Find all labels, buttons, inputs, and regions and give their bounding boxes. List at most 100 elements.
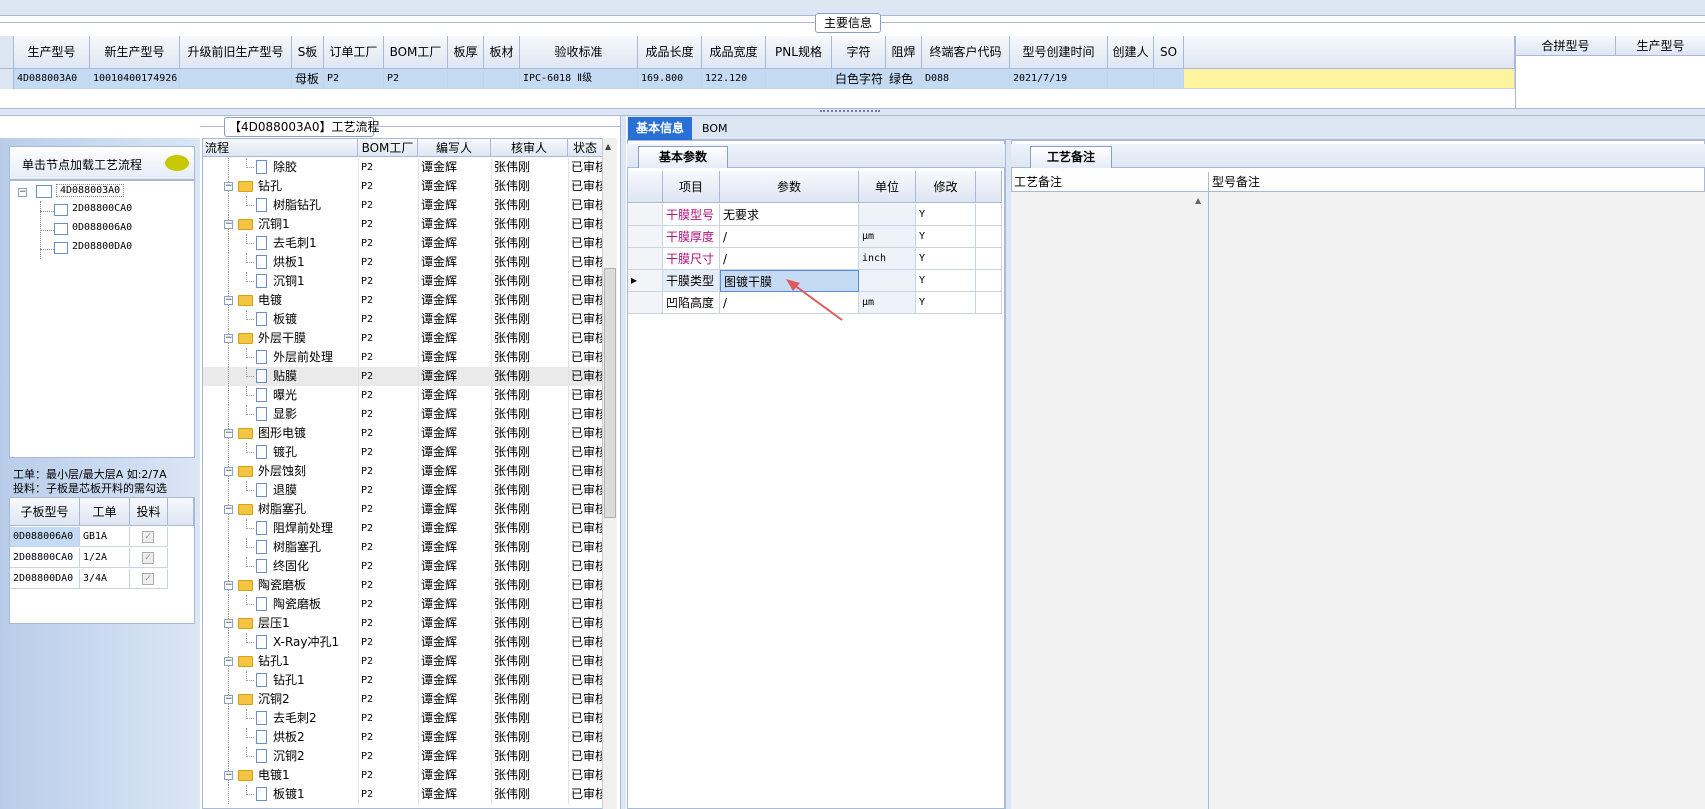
column-header[interactable]: 生产型号 [14, 36, 90, 69]
tree-expand-icon[interactable]: − [224, 429, 233, 438]
tree-child-node[interactable]: 2D08800CA0 [72, 203, 132, 214]
process-row[interactable]: − 电镀1 P2 谭金辉 张伟刚 已审核 [203, 766, 616, 785]
param-modify[interactable]: Y [916, 248, 976, 270]
feed-checkbox[interactable]: ✓ [142, 531, 154, 543]
column-header[interactable]: PNL规格 [766, 36, 832, 69]
process-row[interactable]: − 沉铜2 P2 谭金辉 张伟刚 已审核 [203, 690, 616, 709]
sub-feed-cell[interactable]: ✓ [130, 527, 168, 547]
tree-child-node[interactable]: 2D08800DA0 [72, 241, 132, 252]
sub-order-cell[interactable]: 3/4A [80, 569, 130, 589]
process-col-header[interactable]: 状态 [568, 139, 603, 157]
param-unit[interactable] [859, 270, 916, 292]
column-header[interactable]: 成品长度 [638, 36, 702, 69]
process-row[interactable]: − 图形电镀 P2 谭金辉 张伟刚 已审核 [203, 424, 616, 443]
process-row[interactable]: − 外层蚀刻 P2 谭金辉 张伟刚 已审核 [203, 462, 616, 481]
tree-expand-icon[interactable]: − [224, 467, 233, 476]
merge-col-header[interactable]: 合拼型号 [1516, 36, 1616, 56]
process-row[interactable]: 沉铜2 P2 谭金辉 张伟刚 已审核 [203, 747, 616, 766]
process-row[interactable]: 除胶 P2 谭金辉 张伟刚 已审核 [203, 158, 616, 177]
process-row[interactable]: − 电镀 P2 谭金辉 张伟刚 已审核 [203, 291, 616, 310]
tab-basic-info[interactable]: 基本信息 [628, 117, 693, 140]
params-col-header[interactable]: 项目 [663, 171, 720, 203]
tree-expand-icon[interactable]: − [224, 619, 233, 628]
column-header[interactable]: 订单工厂 [324, 36, 384, 69]
feed-checkbox[interactable]: ✓ [142, 552, 154, 564]
process-row[interactable]: 退膜 P2 谭金辉 张伟刚 已审核 [203, 481, 616, 500]
tree-root-node[interactable]: 4D088003A0 [56, 184, 125, 197]
tree-expand-icon[interactable]: − [224, 695, 233, 704]
sub-order-cell[interactable]: 1/2A [80, 548, 130, 568]
param-value[interactable]: 无要求 [720, 204, 859, 226]
sub-col-header[interactable]: 工单 [80, 498, 130, 526]
tree-expand-icon[interactable]: − [224, 505, 233, 514]
process-row[interactable]: X-Ray冲孔1 P2 谭金辉 张伟刚 已审核 [203, 633, 616, 652]
model-remark-textarea[interactable] [1209, 192, 1705, 809]
process-row[interactable]: − 外层干膜 P2 谭金辉 张伟刚 已审核 [203, 329, 616, 348]
process-scrollbar[interactable]: ▲ [602, 138, 617, 809]
process-row[interactable]: 外层前处理 P2 谭金辉 张伟刚 已审核 [203, 348, 616, 367]
column-header[interactable]: 阻焊 [886, 36, 922, 69]
column-header[interactable]: 字符 [832, 36, 886, 69]
process-row[interactable]: 显影 P2 谭金辉 张伟刚 已审核 [203, 405, 616, 424]
process-row[interactable]: − 层压1 P2 谭金辉 张伟刚 已审核 [203, 614, 616, 633]
process-row[interactable]: − 树脂塞孔 P2 谭金辉 张伟刚 已审核 [203, 500, 616, 519]
process-remark-textarea[interactable] [1011, 192, 1209, 809]
sub-model-cell[interactable]: 0D088006A0 [10, 527, 80, 547]
param-value[interactable]: / [720, 248, 859, 270]
feed-checkbox[interactable]: ✓ [142, 573, 154, 585]
process-col-header[interactable]: 编写人 [418, 139, 491, 157]
process-row[interactable]: − 钻孔 P2 谭金辉 张伟刚 已审核 [203, 177, 616, 196]
column-header[interactable]: BOM工厂 [384, 36, 448, 69]
column-header[interactable]: 创建人 [1108, 36, 1154, 69]
process-row[interactable]: 板镀1 P2 谭金辉 张伟刚 已审核 [203, 785, 616, 804]
sub-feed-cell[interactable]: ✓ [130, 548, 168, 568]
merge-col-model[interactable]: 生产型号 [1616, 36, 1705, 56]
param-unit[interactable]: μm [859, 292, 916, 314]
process-row[interactable]: 阻焊前处理 P2 谭金辉 张伟刚 已审核 [203, 519, 616, 538]
process-row[interactable]: 烘板2 P2 谭金辉 张伟刚 已审核 [203, 728, 616, 747]
tree-expand-icon[interactable]: − [224, 771, 233, 780]
process-row[interactable]: − 陶瓷磨板 P2 谭金辉 张伟刚 已审核 [203, 576, 616, 595]
column-header[interactable]: S板 [292, 36, 324, 69]
param-modify[interactable]: Y [916, 226, 976, 248]
column-header[interactable]: 终端客户代码 [922, 36, 1010, 69]
sub-order-cell[interactable]: GB1A [80, 527, 130, 547]
tab-bom[interactable]: BOM [694, 118, 736, 140]
process-row[interactable]: 钻孔1 P2 谭金辉 张伟刚 已审核 [203, 671, 616, 690]
process-row[interactable]: 树脂钻孔 P2 谭金辉 张伟刚 已审核 [203, 196, 616, 215]
sub-model-cell[interactable]: 2D08800CA0 [10, 548, 80, 568]
tree-collapse-icon[interactable]: − [18, 188, 27, 197]
column-header[interactable]: 新生产型号 [90, 36, 180, 69]
column-header[interactable]: 升级前旧生产型号 [180, 36, 292, 69]
tree-expand-icon[interactable]: − [224, 296, 233, 305]
tab-basic-params[interactable]: 基本参数 [638, 146, 728, 168]
sub-feed-cell[interactable]: ✓ [130, 569, 168, 589]
tree-expand-icon[interactable]: − [224, 581, 233, 590]
scroll-up-icon[interactable]: ▲ [605, 142, 611, 151]
process-col-header[interactable]: BOM工厂 [358, 139, 418, 157]
process-row[interactable]: 去毛刺2 P2 谭金辉 张伟刚 已审核 [203, 709, 616, 728]
process-row[interactable]: − 钻孔1 P2 谭金辉 张伟刚 已审核 [203, 652, 616, 671]
column-header[interactable]: 板材 [484, 36, 520, 69]
process-row[interactable]: 镀孔 P2 谭金辉 张伟刚 已审核 [203, 443, 616, 462]
process-row[interactable]: 树脂塞孔 P2 谭金辉 张伟刚 已审核 [203, 538, 616, 557]
tree-expand-icon[interactable]: − [224, 182, 233, 191]
process-row[interactable]: 终固化 P2 谭金辉 张伟刚 已审核 [203, 557, 616, 576]
horizontal-splitter[interactable] [0, 108, 1705, 116]
params-col-header[interactable]: 参数 [720, 171, 859, 203]
tree-expand-icon[interactable]: − [224, 334, 233, 343]
param-modify[interactable]: Y [916, 204, 976, 226]
param-value[interactable]: / [720, 226, 859, 248]
scroll-thumb[interactable] [604, 268, 616, 518]
process-row[interactable]: 沉铜1 P2 谭金辉 张伟刚 已审核 [203, 272, 616, 291]
params-col-header[interactable]: 修改 [916, 171, 976, 203]
load-process-button[interactable]: 单击节点加载工艺流程 [9, 146, 195, 180]
process-row[interactable]: 板镀 P2 谭金辉 张伟刚 已审核 [203, 310, 616, 329]
params-col-header[interactable]: 单位 [859, 171, 916, 203]
process-row[interactable]: 烘板1 P2 谭金辉 张伟刚 已审核 [203, 253, 616, 272]
textarea-scroll-up-icon[interactable]: ▲ [1195, 196, 1201, 205]
sub-col-header[interactable]: 投料 [130, 498, 168, 526]
tree-expand-icon[interactable]: − [224, 657, 233, 666]
process-row[interactable]: 贴膜 P2 谭金辉 张伟刚 已审核 [203, 367, 616, 386]
process-row[interactable]: 去毛刺1 P2 谭金辉 张伟刚 已审核 [203, 234, 616, 253]
